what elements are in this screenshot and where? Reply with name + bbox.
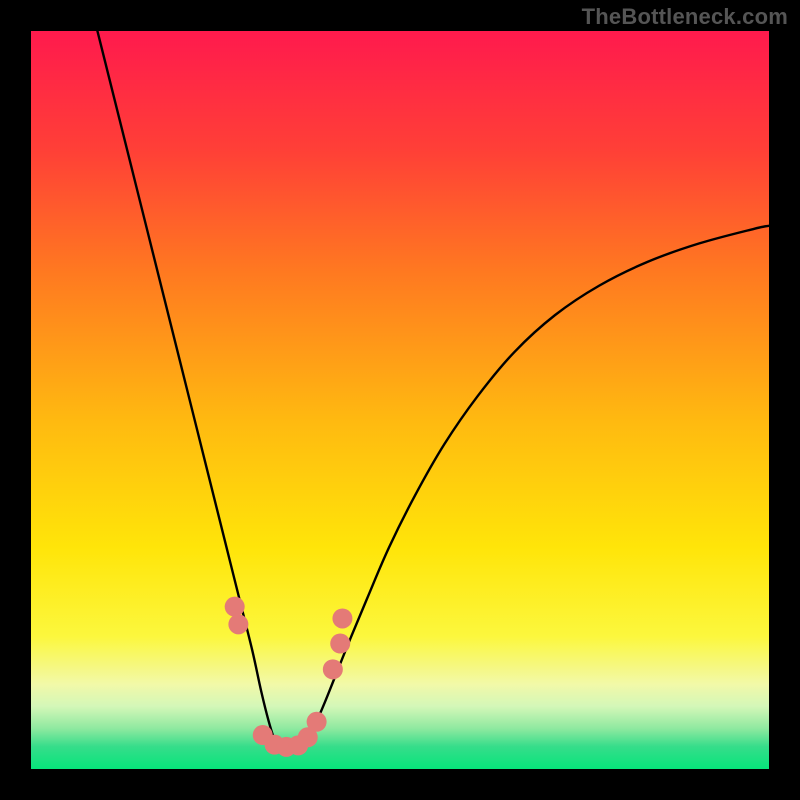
data-dot (332, 608, 352, 628)
gradient-background (31, 31, 769, 769)
attribution-text: TheBottleneck.com (582, 4, 788, 30)
data-dot (330, 634, 350, 654)
plot-area (31, 31, 769, 769)
data-dot (307, 712, 327, 732)
data-dot (323, 659, 343, 679)
data-dot (225, 597, 245, 617)
chart-svg (31, 31, 769, 769)
chart-frame: TheBottleneck.com (0, 0, 800, 800)
data-dot (228, 614, 248, 634)
